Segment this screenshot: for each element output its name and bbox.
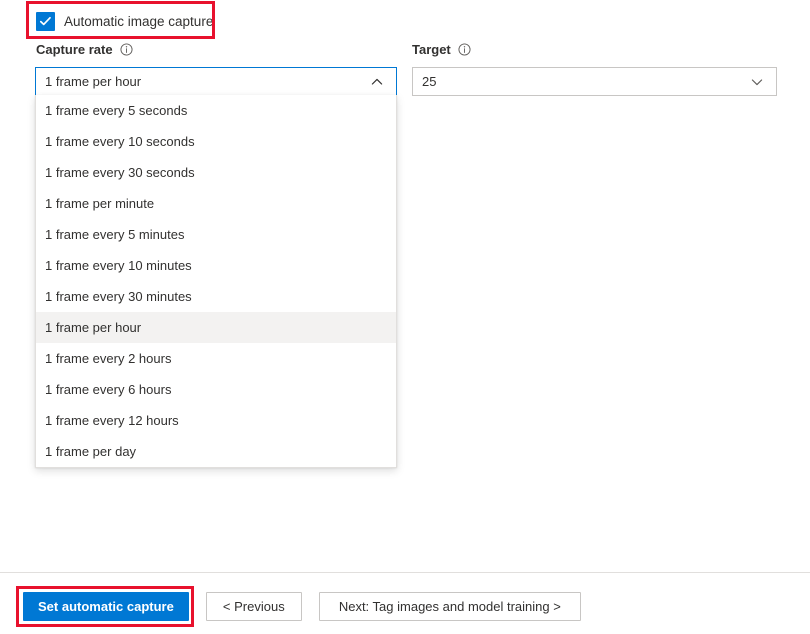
capture-rate-selected-value: 1 frame per hour	[45, 74, 142, 89]
dropdown-option[interactable]: 1 frame every 30 minutes	[36, 281, 396, 312]
chevron-down-icon[interactable]	[750, 75, 764, 89]
dropdown-option[interactable]: 1 frame every 6 hours	[36, 374, 396, 405]
dropdown-option[interactable]: 1 frame per day	[36, 436, 396, 467]
dropdown-option[interactable]: 1 frame every 10 seconds	[36, 126, 396, 157]
dropdown-option[interactable]: 1 frame every 30 seconds	[36, 157, 396, 188]
chevron-up-icon[interactable]	[370, 75, 384, 89]
dropdown-option[interactable]: 1 frame every 5 seconds	[36, 95, 396, 126]
capture-rate-label: Capture rate	[36, 42, 133, 57]
capture-rate-dropdown-list[interactable]: 1 frame every 5 seconds 1 frame every 10 …	[35, 95, 397, 468]
automatic-image-capture-label[interactable]: Automatic image capture	[64, 14, 213, 29]
dropdown-option[interactable]: 1 frame every 12 hours	[36, 405, 396, 436]
footer-divider	[0, 572, 810, 573]
footer-button-bar: Set automatic capture < Previous Next: T…	[23, 592, 581, 621]
next-button[interactable]: Next: Tag images and model training >	[318, 592, 581, 621]
checkbox-checked-icon[interactable]	[36, 11, 55, 31]
info-circle-icon[interactable]	[120, 43, 133, 56]
target-combobox[interactable]: 25	[412, 67, 777, 96]
capture-rate-combobox[interactable]: 1 frame per hour	[35, 67, 397, 96]
set-automatic-capture-button[interactable]: Set automatic capture	[23, 592, 189, 621]
capture-rate-label-text: Capture rate	[36, 42, 113, 57]
dropdown-option[interactable]: 1 frame per minute	[36, 188, 396, 219]
info-circle-icon[interactable]	[458, 43, 471, 56]
dropdown-option[interactable]: 1 frame every 2 hours	[36, 343, 396, 374]
previous-button[interactable]: < Previous	[205, 592, 302, 621]
target-label: Target	[412, 42, 471, 57]
target-label-text: Target	[412, 42, 451, 57]
target-selected-value: 25	[422, 74, 437, 89]
dropdown-option[interactable]: 1 frame every 5 minutes	[36, 219, 396, 250]
dropdown-option[interactable]: 1 frame every 10 minutes	[36, 250, 396, 281]
dropdown-option[interactable]: 1 frame per hour	[36, 312, 396, 343]
automatic-image-capture-checkbox-row[interactable]: Automatic image capture	[36, 10, 213, 32]
